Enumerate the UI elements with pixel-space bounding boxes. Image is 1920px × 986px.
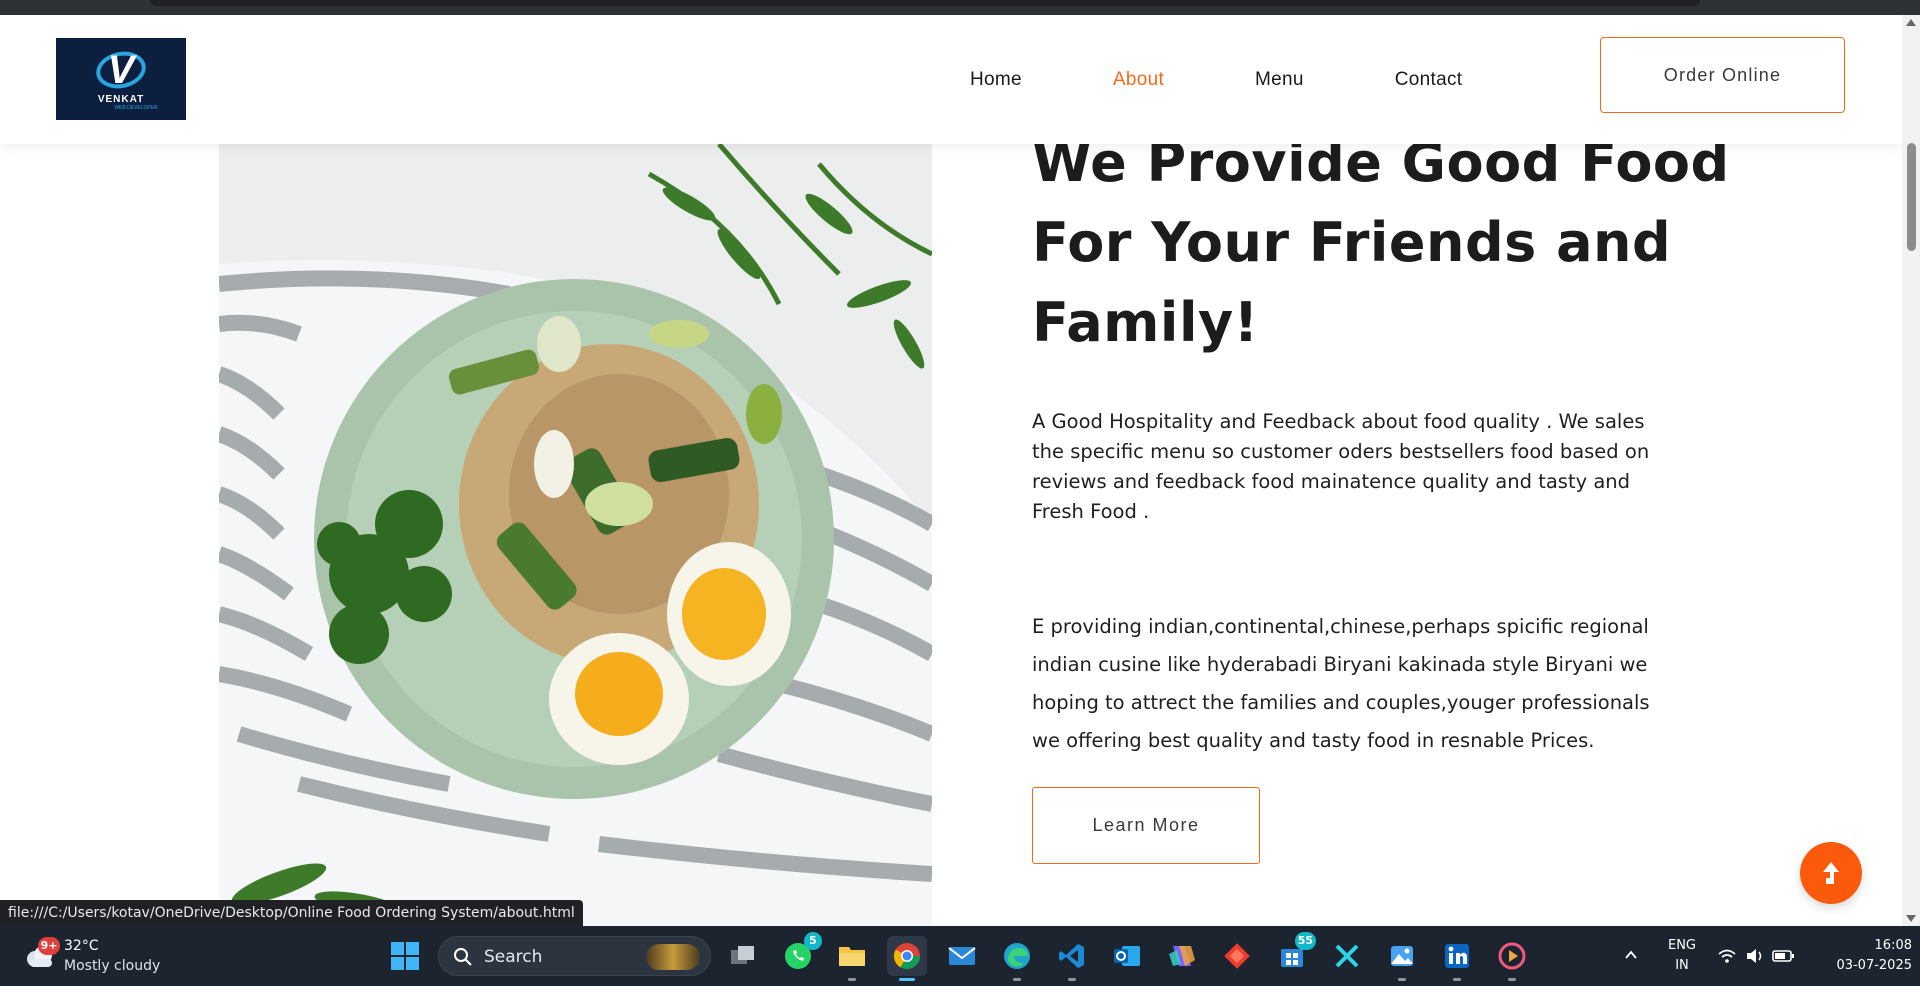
weather-condition: Mostly cloudy (64, 958, 161, 974)
mail-icon[interactable] (942, 936, 982, 976)
xcode-icon[interactable] (1327, 936, 1367, 976)
main-nav: Home About Menu Contact (970, 15, 1553, 144)
about-paragraph-2: E providing indian,continental,chinese,p… (1032, 615, 1650, 752)
clock-date: 03-07-2025 (1836, 958, 1912, 973)
scroll-to-top-button[interactable] (1800, 842, 1862, 904)
edge-icon[interactable] (997, 936, 1037, 981)
browser-top-strip (0, 0, 1920, 15)
nav-menu[interactable]: Menu (1255, 69, 1304, 91)
vscode-icon[interactable] (1052, 936, 1092, 981)
page-scrollbar[interactable] (1902, 15, 1920, 926)
windows-taskbar: 9+ 32°C Mostly cloudy Search 5 55 ENG IN… (0, 926, 1920, 986)
food-plate-image (219, 144, 932, 926)
photos-icon[interactable] (1382, 936, 1422, 981)
nav-about[interactable]: About (1113, 69, 1164, 91)
link-status-url: file:///C:/Users/kotav/OneDrive/Desktop/… (0, 900, 583, 926)
about-paragraph-1: A Good Hospitality and Feedback about fo… (1032, 410, 1650, 523)
scroll-down-arrow-icon[interactable] (1906, 915, 1916, 922)
site-logo[interactable]: V VENKAT WEB DEVELOPER (56, 38, 186, 120)
clock-time: 16:08 (1874, 938, 1912, 953)
volume-icon (1747, 949, 1762, 963)
copilot-icon[interactable] (1162, 936, 1202, 976)
scrollbar-thumb[interactable] (1907, 143, 1916, 251)
store-icon[interactable]: 55 (1272, 932, 1316, 976)
logo-subtitle: WEB DEVELOPER (114, 104, 158, 111)
windows-logo-icon (391, 942, 419, 970)
media-player-icon[interactable] (1492, 936, 1532, 981)
start-button[interactable] (390, 941, 420, 971)
outlook-icon[interactable] (1107, 936, 1147, 976)
logo-mark: V (90, 46, 152, 96)
wifi-icon (1718, 949, 1736, 963)
weather-widget[interactable]: 9+ 32°C Mostly cloudy (20, 935, 180, 977)
whatsapp-icon[interactable]: 5 (778, 932, 822, 976)
linkedin-icon[interactable] (1437, 936, 1477, 981)
chevron-up-icon[interactable] (1624, 948, 1638, 962)
input-language[interactable]: ENG IN (1664, 936, 1700, 976)
search-label: Search (484, 947, 543, 967)
taskbar-clock[interactable]: 16:08 03-07-2025 (1812, 936, 1912, 976)
site-header: V VENKAT WEB DEVELOPER Home About Menu C… (0, 15, 1902, 144)
search-icon (454, 948, 472, 966)
chrome-icon[interactable] (887, 936, 927, 981)
weather-alert-badge: 9+ (38, 937, 60, 955)
learn-more-button[interactable]: Learn More (1032, 787, 1260, 864)
system-tray[interactable] (1715, 944, 1805, 968)
file-explorer-icon[interactable] (832, 936, 872, 981)
battery-icon (1772, 950, 1794, 962)
nav-home[interactable]: Home (970, 69, 1022, 91)
task-view-icon[interactable] (723, 936, 763, 976)
page-viewport: V VENKAT WEB DEVELOPER Home About Menu C… (0, 15, 1902, 926)
scroll-up-arrow-icon[interactable] (1906, 19, 1916, 26)
git-icon[interactable] (1217, 936, 1257, 976)
arrow-up-icon (1823, 862, 1839, 884)
about-heading: We Provide Good Food For Your Friends an… (1032, 131, 1730, 354)
taskbar-search[interactable]: Search (438, 936, 711, 976)
nav-contact[interactable]: Contact (1395, 69, 1463, 91)
search-highlight-image (646, 944, 700, 970)
order-online-button[interactable]: Order Online (1600, 37, 1845, 113)
weather-temperature: 32°C (64, 938, 99, 954)
